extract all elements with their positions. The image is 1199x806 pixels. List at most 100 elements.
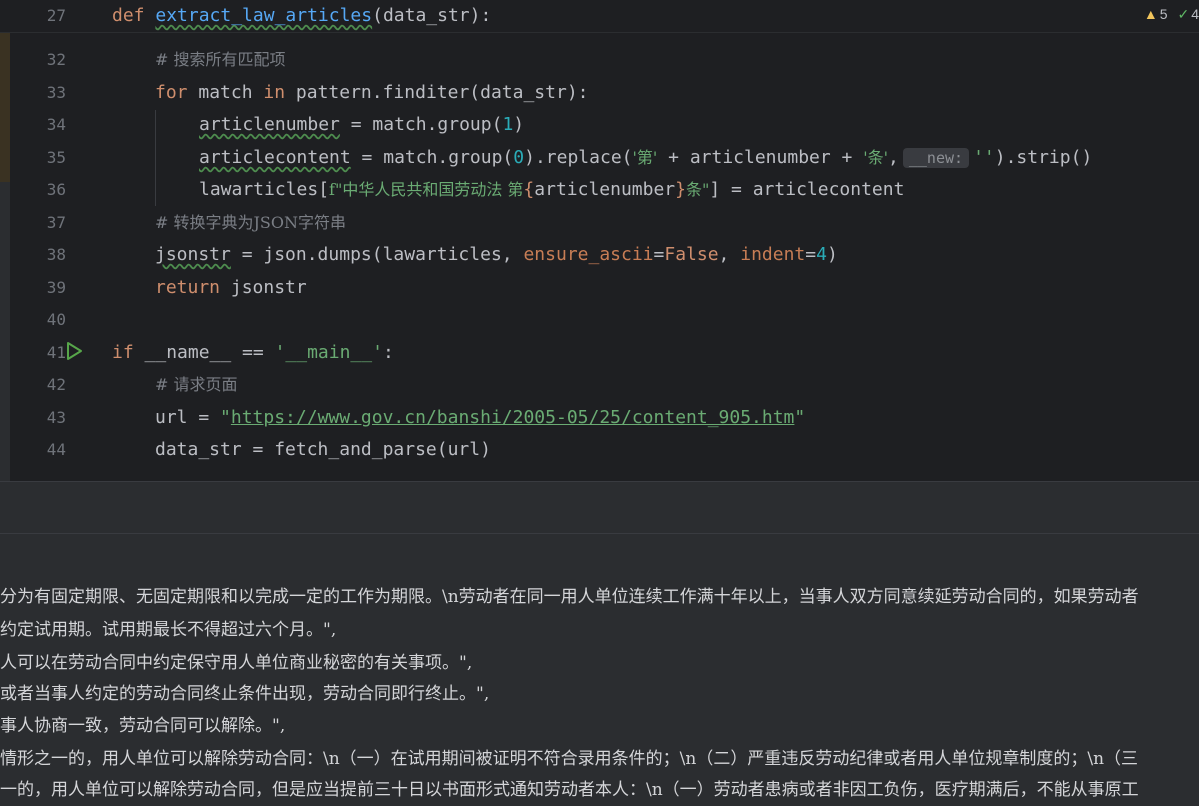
keyword-arg: ensure_ascii xyxy=(523,244,654,265)
code-text: match xyxy=(187,82,264,103)
output-line: 一的，用人单位可以解除劳动合同，但是应当提前三十日以书面形式通知劳动者本人：\n… xyxy=(0,780,1139,800)
line-number: 43 xyxy=(46,408,66,427)
line-number: 37 xyxy=(46,213,66,232)
code-line-33[interactable]: for match in pattern.finditer(data_str): xyxy=(155,82,589,104)
code-text: ) xyxy=(826,244,838,265)
string: '__main__' xyxy=(274,342,383,363)
tool-window-header xyxy=(0,481,1199,534)
code-text: data_str = fetch_and_parse(url) xyxy=(155,439,491,460)
code-text: __name__ == xyxy=(133,342,275,363)
comment: # 搜索所有匹配项 xyxy=(155,50,286,69)
code-text: = match.group( xyxy=(350,147,514,168)
code-text: jsonstr xyxy=(220,277,307,298)
code-line-42[interactable]: # 请求页面 xyxy=(155,374,238,396)
brace: } xyxy=(675,179,686,200)
indent-guide xyxy=(155,110,156,206)
line-number: 39 xyxy=(46,278,66,297)
line-gutter: 32 33 34 35 36 37 38 39 40 41 42 43 44 xyxy=(10,0,105,481)
output-line: 事人协商一致，劳动合同可以解除。", xyxy=(0,716,286,736)
output-line: 分为有固定期限、无固定期限和以完成一定的工作为期限。\n劳动者在同一用人单位连续… xyxy=(0,587,1139,607)
code-text: ).replace( xyxy=(524,147,633,168)
code-text: = xyxy=(653,244,665,265)
line-number: 42 xyxy=(46,375,66,394)
line-number: 38 xyxy=(46,245,66,264)
keyword: return xyxy=(155,277,221,298)
code-line-44[interactable]: data_str = fetch_and_parse(url) xyxy=(155,439,491,461)
code-editor[interactable]: 32 33 34 35 36 37 38 39 40 41 42 43 44 #… xyxy=(0,0,1199,481)
string: 条" xyxy=(686,180,710,199)
code-text: pattern.finditer(data_str): xyxy=(285,82,589,103)
editor-left-strip xyxy=(0,32,10,481)
code-text: articlenumber xyxy=(534,179,676,200)
line-number: 41 xyxy=(46,343,66,362)
code-line-36[interactable]: lawarticles[f"中华人民共和国劳动法 第{articlenumber… xyxy=(199,179,904,201)
code-text: = json.dumps(lawarticles, xyxy=(230,244,524,265)
code-text: , xyxy=(718,244,741,265)
sticky-scroll-header[interactable]: 27 def extract_law_articles(data_str): ▲… xyxy=(0,0,1199,33)
variable: jsonstr xyxy=(155,244,231,265)
code-text: = match.group( xyxy=(339,114,503,135)
code-line-35[interactable]: articlecontent = match.group(0).replace(… xyxy=(199,147,1092,169)
string: " xyxy=(220,407,231,428)
brace: { xyxy=(523,179,535,200)
fstring: f"中华人民共和国劳动法 第 xyxy=(329,180,524,199)
code-text: lawarticles[ xyxy=(199,179,330,200)
code-text: url = xyxy=(155,407,221,428)
line-number: 32 xyxy=(46,50,66,69)
line-number: 35 xyxy=(46,148,66,167)
string: '' xyxy=(973,147,995,168)
code-line-37[interactable]: # 转换字典为JSON字符串 xyxy=(155,212,346,234)
variable: articlenumber xyxy=(199,114,340,135)
code-text: + articlenumber + xyxy=(657,147,864,168)
line-number: 34 xyxy=(46,115,66,134)
code-line-41[interactable]: if __name__ == '__main__': xyxy=(112,342,394,364)
warning-icon: ▲ xyxy=(1143,6,1158,22)
tool-window-toolbar xyxy=(0,533,1199,578)
line-number: 36 xyxy=(46,180,66,199)
keyword: def xyxy=(112,5,145,26)
number: 4 xyxy=(816,244,827,265)
code-text: ] = articlecontent xyxy=(709,179,905,200)
run-icon[interactable] xyxy=(64,341,84,361)
comment: # 请求页面 xyxy=(155,375,238,394)
parameter-hint: __new: xyxy=(902,148,970,168)
keyword: in xyxy=(263,82,286,103)
number: 0 xyxy=(513,147,525,168)
variable: articlecontent xyxy=(199,147,351,168)
code-line-43[interactable]: url = "https://www.gov.cn/banshi/2005-05… xyxy=(155,407,805,429)
ok-count: 4 xyxy=(1191,6,1199,22)
keyword: for xyxy=(155,82,188,103)
keyword-arg: indent xyxy=(740,244,806,265)
warnings-count: 5 xyxy=(1159,6,1168,22)
code-line-39[interactable]: return jsonstr xyxy=(155,277,307,299)
code-text: = xyxy=(805,244,817,265)
line-number: 40 xyxy=(46,310,66,329)
line-number: 44 xyxy=(46,440,66,459)
output-line: 约定试用期。试用期最长不得超过六个月。", xyxy=(0,620,337,640)
comment: # 转换字典为JSON字符串 xyxy=(155,213,346,232)
string: " xyxy=(794,407,806,428)
keyword: False xyxy=(664,244,719,265)
code-line-34[interactable]: articlenumber = match.group(1) xyxy=(199,114,524,136)
output-line: 人可以在劳动合同中约定保守用人单位商业秘密的有关事项。", xyxy=(0,653,473,673)
code-line-32[interactable]: # 搜索所有匹配项 xyxy=(155,49,286,71)
code-text: , xyxy=(888,147,899,168)
output-line: 或者当事人约定的劳动合同终止条件出现，劳动合同即行终止。", xyxy=(0,684,490,704)
change-marker xyxy=(0,32,10,182)
string: '条' xyxy=(863,148,889,167)
sticky-code-line: def extract_law_articles(data_str): xyxy=(112,5,491,27)
url-link[interactable]: https://www.gov.cn/banshi/2005-05/25/con… xyxy=(231,407,795,428)
code-line-38[interactable]: jsonstr = json.dumps(lawarticles, ensure… xyxy=(155,244,838,266)
code-text: (data_str): xyxy=(372,5,492,26)
function-name: extract_law_articles xyxy=(155,5,373,26)
check-icon: ✓ xyxy=(1177,6,1190,22)
line-number: 33 xyxy=(46,83,66,102)
string: '第' xyxy=(632,148,658,167)
output-line: 情形之一的，用人单位可以解除劳动合同：\n（一）在试用期间被证明不符合录用条件的… xyxy=(0,749,1139,769)
inspections-widget[interactable]: ▲ 5 ✓ 4 xyxy=(1142,6,1199,23)
line-number: 27 xyxy=(46,6,66,25)
run-output-console[interactable]: 分为有固定期限、无固定期限和以完成一定的工作为期限。\n劳动者在同一用人单位连续… xyxy=(0,577,1199,806)
number: 1 xyxy=(502,114,514,135)
keyword: if xyxy=(112,342,134,363)
code-text: ).strip() xyxy=(994,147,1093,168)
